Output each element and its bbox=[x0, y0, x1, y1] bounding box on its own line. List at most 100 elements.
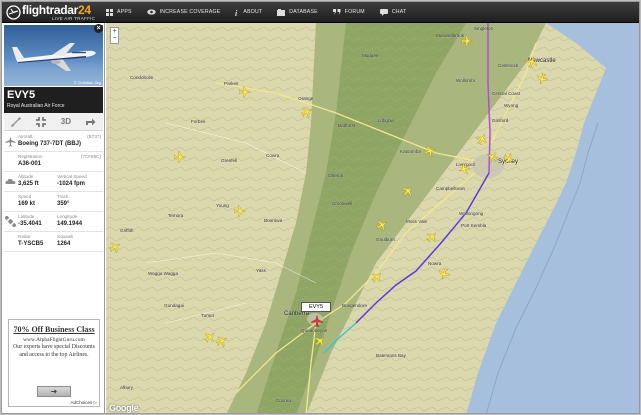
aircraft-marker[interactable] bbox=[216, 335, 228, 347]
nav-increase-coverage-label: INCREASE COVERAGE bbox=[159, 9, 221, 15]
aircraft-marker[interactable] bbox=[174, 151, 186, 163]
map-label-moss-vale: Moss Vale bbox=[406, 219, 428, 224]
close-panel-button[interactable]: × bbox=[94, 24, 103, 33]
aircraft-photo[interactable]: © Christian Jäg bbox=[4, 25, 103, 86]
zoom-in-button[interactable]: + bbox=[111, 28, 118, 35]
database-icon bbox=[277, 8, 286, 16]
map-label-orange: Orange bbox=[298, 96, 314, 101]
speed-row: Speed 169 kt Track 359° bbox=[4, 192, 103, 212]
map-label-wyong: Wyong bbox=[504, 103, 519, 108]
main-nav: APPS INCREASE COVERAGE i ABOUT DATABASE … bbox=[106, 2, 421, 22]
share-icon bbox=[86, 118, 96, 126]
adchoices-link[interactable]: AdChoices ▷ bbox=[71, 400, 97, 406]
aircraft-marker[interactable] bbox=[503, 153, 515, 165]
ad-go-button[interactable]: ➜ bbox=[37, 386, 71, 397]
map-label-bungendore: Bungendore bbox=[342, 303, 368, 308]
3d-view-button[interactable]: 3D bbox=[54, 113, 79, 130]
aircraft-marker[interactable] bbox=[486, 151, 498, 163]
registration-code: (7CF85C) bbox=[80, 154, 101, 159]
selected-aircraft-marker[interactable] bbox=[311, 315, 323, 327]
nav-about[interactable]: i ABOUT bbox=[235, 2, 262, 22]
ad-url[interactable]: www.AlphaFlightGuru.com bbox=[9, 337, 99, 343]
flightradar24-logo[interactable]: flightradar24 LIVE AIR TRAFFIC bbox=[6, 3, 102, 22]
map-label-queanbeyan: Queanbeyan bbox=[301, 328, 328, 333]
selected-flight-tag[interactable]: EVY5 bbox=[301, 302, 331, 312]
aircraft-marker[interactable] bbox=[426, 231, 438, 243]
nav-apps[interactable]: APPS bbox=[106, 2, 132, 22]
app-window: flightradar24 LIVE AIR TRAFFIC APPS INCR… bbox=[1, 1, 640, 414]
map-label-condobolin: Condobolin bbox=[130, 75, 154, 80]
aircraft-marker[interactable] bbox=[314, 335, 326, 347]
aircraft-marker[interactable] bbox=[239, 86, 251, 98]
map-label-tumut: Tumut bbox=[201, 313, 214, 318]
route-button[interactable] bbox=[4, 113, 29, 130]
radar-row: Radar T-YSCB5 Squawk 1264 bbox=[4, 232, 103, 252]
nav-apps-label: APPS bbox=[117, 9, 132, 15]
nav-about-label: ABOUT bbox=[243, 9, 263, 15]
map-label-batemans-bay: Batemans Bay bbox=[376, 353, 406, 358]
nav-database[interactable]: DATABASE bbox=[277, 2, 318, 22]
aircraft-marker[interactable] bbox=[301, 106, 313, 118]
zoom-out-button[interactable]: − bbox=[111, 35, 118, 42]
map-label-temora: Temora bbox=[168, 213, 184, 218]
aircraft-marker[interactable] bbox=[371, 271, 383, 283]
center-icon bbox=[36, 116, 47, 127]
flight-callsign: EVY5 bbox=[7, 89, 36, 101]
photo-credit: © Christian Jäg bbox=[73, 80, 101, 85]
map-label-muswellbrook: Muswellbrook bbox=[436, 33, 465, 38]
map-view[interactable]: + − Singleton Muswellbrook Cessnock Newc… bbox=[106, 23, 639, 413]
map-label-lithgow: Lithgow bbox=[378, 118, 394, 123]
map-label-grenfell: Grenfell bbox=[221, 158, 238, 163]
quote-icon bbox=[332, 9, 341, 15]
cloud-icon bbox=[5, 178, 16, 184]
aircraft-code: (B737) bbox=[87, 134, 101, 139]
aircraft-marker[interactable] bbox=[526, 56, 538, 68]
nav-increase-coverage[interactable]: INCREASE COVERAGE bbox=[146, 2, 221, 22]
center-view-button[interactable] bbox=[29, 113, 54, 130]
speed-label: Speed bbox=[18, 194, 32, 199]
aircraft-marker[interactable] bbox=[204, 331, 216, 343]
aircraft-row: Aircraft (B737) Boeing 737-7DT (BBJ) bbox=[4, 132, 103, 152]
aircraft-marker[interactable] bbox=[424, 145, 436, 157]
map-label-crookwell: Crookwell bbox=[332, 201, 353, 206]
aircraft-marker[interactable] bbox=[461, 35, 473, 47]
aircraft-marker[interactable] bbox=[109, 241, 121, 253]
map-label-port-kembla: Port Kembla bbox=[461, 223, 487, 228]
flight-actions-bar: 3D bbox=[4, 113, 103, 131]
svg-text:i: i bbox=[235, 9, 238, 16]
aircraft-value: Boeing 737-7DT (BBJ) bbox=[18, 141, 82, 147]
aircraft-marker[interactable] bbox=[476, 133, 488, 145]
radar-logo-icon bbox=[6, 5, 21, 20]
advertisement[interactable]: 70% Off Business Class www.AlphaFlightGu… bbox=[8, 319, 100, 407]
logo-subtitle: LIVE AIR TRAFFIC bbox=[52, 16, 96, 21]
map-label-cessnock: Cessnock bbox=[498, 63, 519, 68]
speed-value: 169 kt bbox=[18, 201, 36, 207]
aircraft-marker[interactable] bbox=[536, 73, 548, 85]
map-label-mudgee: Mudgee bbox=[362, 53, 379, 58]
zoom-control[interactable]: + − bbox=[110, 27, 119, 44]
vertical-speed-label: Vertical Speed bbox=[57, 174, 87, 179]
nav-chat[interactable]: CHAT bbox=[379, 2, 407, 22]
flight-header: EVY5 Royal Australian Air Force bbox=[4, 87, 103, 113]
map-label-wagga-wagga: Wagga Wagga bbox=[148, 271, 179, 276]
longitude-value: 149.1944 bbox=[57, 221, 83, 227]
aircraft-marker[interactable] bbox=[402, 185, 414, 197]
radar-label: Radar bbox=[18, 234, 31, 239]
map-label-wollombi: Wollombi bbox=[456, 78, 475, 83]
map-label-wollongong: Wollongong bbox=[459, 211, 484, 216]
aircraft-marker[interactable] bbox=[234, 205, 246, 217]
terrain-map bbox=[106, 23, 639, 413]
nav-forum[interactable]: FORUM bbox=[332, 2, 365, 22]
aircraft-marker[interactable] bbox=[458, 163, 470, 175]
map-label-cowra: Cowra bbox=[266, 153, 280, 158]
nav-chat-label: CHAT bbox=[391, 9, 407, 15]
map-label-nowra: Nowra bbox=[428, 261, 442, 266]
map-label-campbelltown: Campbelltown bbox=[436, 186, 466, 191]
latitude-label: Latitude bbox=[18, 214, 35, 219]
google-logo[interactable]: Google bbox=[109, 403, 139, 413]
aircraft-marker[interactable] bbox=[376, 219, 388, 231]
share-button[interactable] bbox=[78, 113, 103, 130]
aircraft-marker[interactable] bbox=[438, 268, 450, 280]
ad-title[interactable]: 70% Off Business Class bbox=[9, 325, 99, 335]
flight-details: Aircraft (B737) Boeing 737-7DT (BBJ) Reg… bbox=[4, 132, 103, 252]
